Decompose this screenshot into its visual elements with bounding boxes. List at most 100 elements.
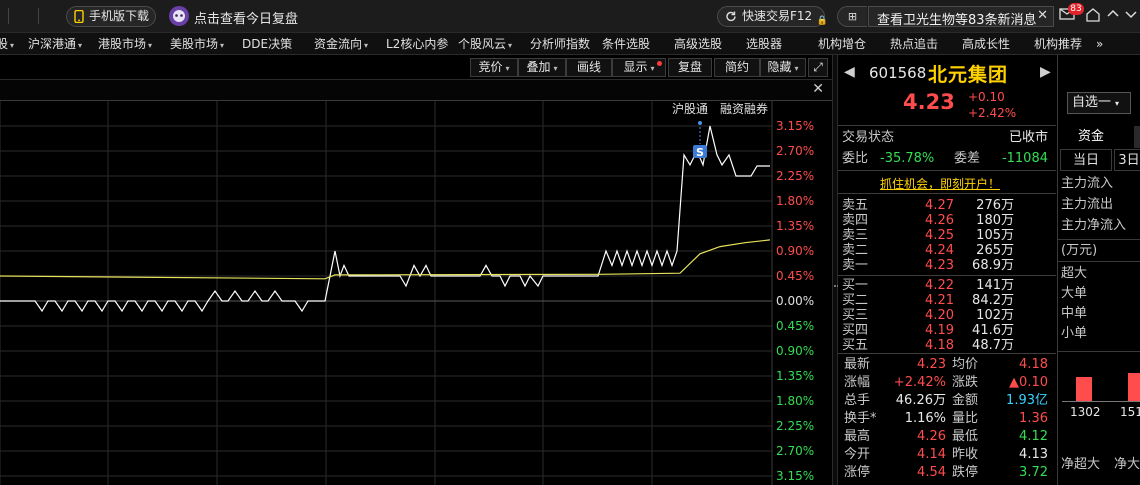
fund-bottom-label: 净大: [1114, 457, 1140, 472]
order-book-vol: 276万: [976, 198, 1014, 213]
forward-icon[interactable]: [1122, 7, 1140, 25]
order-book-row[interactable]: 卖五 4.27 276万: [842, 198, 1052, 213]
stat-label: 金额: [952, 393, 979, 408]
tab-3-days[interactable]: 3日: [1114, 149, 1140, 171]
menu-item[interactable]: 分析师指数: [530, 33, 590, 55]
y-tick-label: 2.70%: [776, 144, 814, 158]
fund-bar-value: 1302: [1070, 405, 1101, 419]
y-tick-label: 2.70%: [776, 444, 814, 458]
quick-trade-button[interactable]: 快速交易F12 🔒: [717, 6, 828, 27]
grid-menu-icon[interactable]: ⊞: [837, 6, 867, 27]
event-marker-label: S: [696, 146, 704, 159]
menu-item[interactable]: 高级选股: [674, 33, 722, 55]
next-stock-icon[interactable]: ▶: [1040, 64, 1051, 80]
review-button[interactable]: 复盘: [668, 58, 712, 77]
mobile-download-label: 手机版下载: [89, 9, 150, 23]
notification-dot: [657, 61, 662, 66]
order-book-row[interactable]: 买二 4.21 84.2万: [842, 293, 1052, 308]
order-book-label: 买三: [842, 308, 869, 323]
stat-label: 量比: [952, 411, 979, 426]
order-book-row[interactable]: 卖三 4.25 105万: [842, 228, 1052, 243]
order-book-vol: 41.6万: [972, 323, 1014, 338]
menu-item[interactable]: 沪深港通 ▾: [28, 33, 82, 55]
divider: [838, 170, 1056, 171]
stat-label: 跌停: [952, 465, 979, 480]
order-book-row[interactable]: 买一 4.22 141万: [842, 278, 1052, 293]
menu-item[interactable]: 港股市场 ▾: [98, 33, 152, 55]
order-book-row[interactable]: 买三 4.20 102万: [842, 308, 1052, 323]
brief-button[interactable]: 简约: [714, 58, 760, 77]
stat-value: 46.26万: [895, 393, 946, 408]
close-icon[interactable]: ✕: [1037, 8, 1048, 23]
bid-dropdown[interactable]: 竞价 ▾: [470, 58, 518, 77]
order-size-label: 超大: [1061, 266, 1088, 281]
stat-value: 4.13: [1019, 447, 1048, 462]
fund-bar-value: 151: [1120, 405, 1140, 419]
close-icon[interactable]: ✕: [812, 81, 824, 97]
watchlist-dropdown[interactable]: 自选一 ▾: [1067, 92, 1131, 114]
stat-label: 最高: [844, 429, 871, 444]
order-book-price: 4.26: [925, 213, 954, 228]
trade-status-row: 交易状态 已收市: [842, 130, 1048, 145]
order-book-price: 4.23: [925, 258, 954, 273]
menu-item[interactable]: 条件选股: [602, 33, 650, 55]
order-book-price: 4.22: [925, 278, 954, 293]
news-ticker[interactable]: 查看卫光生物等83条新消息 ✕: [868, 6, 1054, 28]
y-tick-label: 1.80%: [776, 194, 814, 208]
order-book-row[interactable]: 买五 4.18 48.7万: [842, 338, 1052, 353]
menu-item[interactable]: 资金流向 ▾: [314, 33, 368, 55]
review-today-link[interactable]: 点击查看今日复盘: [194, 8, 298, 27]
y-tick-label: 0.90%: [776, 344, 814, 358]
menu-item[interactable]: 个股风云 ▾: [458, 33, 512, 55]
draw-line-button[interactable]: 画线: [566, 58, 612, 77]
order-book-price: 4.25: [925, 228, 954, 243]
menu-item[interactable]: 高成长性: [962, 33, 1010, 55]
prev-stock-icon[interactable]: ◀: [844, 64, 855, 80]
fund-bottom-label: 净超大: [1061, 457, 1101, 472]
stat-label: 最新: [844, 357, 871, 372]
order-book-label: 卖五: [842, 198, 869, 213]
quick-trade-label: 快速交易F12: [742, 9, 813, 23]
mobile-download-button[interactable]: 手机版下载: [66, 6, 156, 27]
news-ticker-text: 查看卫光生物等83条新消息: [877, 13, 1037, 28]
quote-panel: ◀ 601568 北元集团 ▶ 4.23 +0.10 +2.42% 交易状态 已…: [838, 55, 1084, 485]
lock-icon: 🔒: [816, 16, 828, 26]
y-tick-label: 1.35%: [776, 219, 814, 233]
stat-value: 4.23: [917, 357, 946, 372]
menu-item[interactable]: 机构推荐: [1034, 33, 1082, 55]
divider: [838, 193, 1056, 194]
menu-item[interactable]: 股 ▾: [0, 33, 14, 55]
order-book-price: 4.24: [925, 243, 954, 258]
fullscreen-icon[interactable]: ⤢: [808, 58, 828, 77]
tab-today[interactable]: 当日: [1060, 149, 1112, 171]
open-account-link[interactable]: 抓住机会，即刻开户！: [880, 175, 1000, 192]
display-dropdown[interactable]: 显示 ▾: [612, 58, 666, 77]
order-size-label: 中单: [1061, 306, 1088, 321]
menu-item[interactable]: DDE决策: [242, 33, 292, 55]
menu-item[interactable]: L2核心内参: [386, 33, 448, 55]
order-book-label: 买一: [842, 278, 869, 293]
y-tick-label: 1.35%: [776, 369, 814, 383]
order-book-row[interactable]: 买四 4.19 41.6万: [842, 323, 1052, 338]
tab-fund[interactable]: 资金: [1072, 126, 1110, 148]
home-icon[interactable]: [1084, 7, 1102, 25]
review-robot-icon[interactable]: [168, 5, 190, 27]
order-book-row[interactable]: 卖二 4.24 265万: [842, 243, 1052, 258]
menu-item[interactable]: 机构增仓: [818, 33, 866, 55]
overlay-dropdown[interactable]: 叠加 ▾: [518, 58, 566, 77]
hide-dropdown[interactable]: 隐藏 ▾: [760, 58, 806, 77]
order-book-label: 卖二: [842, 243, 869, 258]
menu-item[interactable]: »: [1096, 33, 1103, 55]
menu-item[interactable]: 选股器: [746, 33, 782, 55]
stat-label: 涨幅: [844, 375, 871, 390]
menu-item[interactable]: 美股市场 ▾: [170, 33, 224, 55]
back-icon[interactable]: [1104, 7, 1122, 25]
order-book-price: 4.20: [925, 308, 954, 323]
y-tick-label: 1.80%: [776, 394, 814, 408]
order-book-row[interactable]: 卖一 4.23 68.9万: [842, 258, 1052, 273]
stat-value: ▲0.10: [1009, 375, 1048, 390]
order-book-label: 卖一: [842, 258, 869, 273]
order-book-row[interactable]: 卖四 4.26 180万: [842, 213, 1052, 228]
refresh-icon: [726, 11, 736, 22]
menu-item[interactable]: 热点追击: [890, 33, 938, 55]
